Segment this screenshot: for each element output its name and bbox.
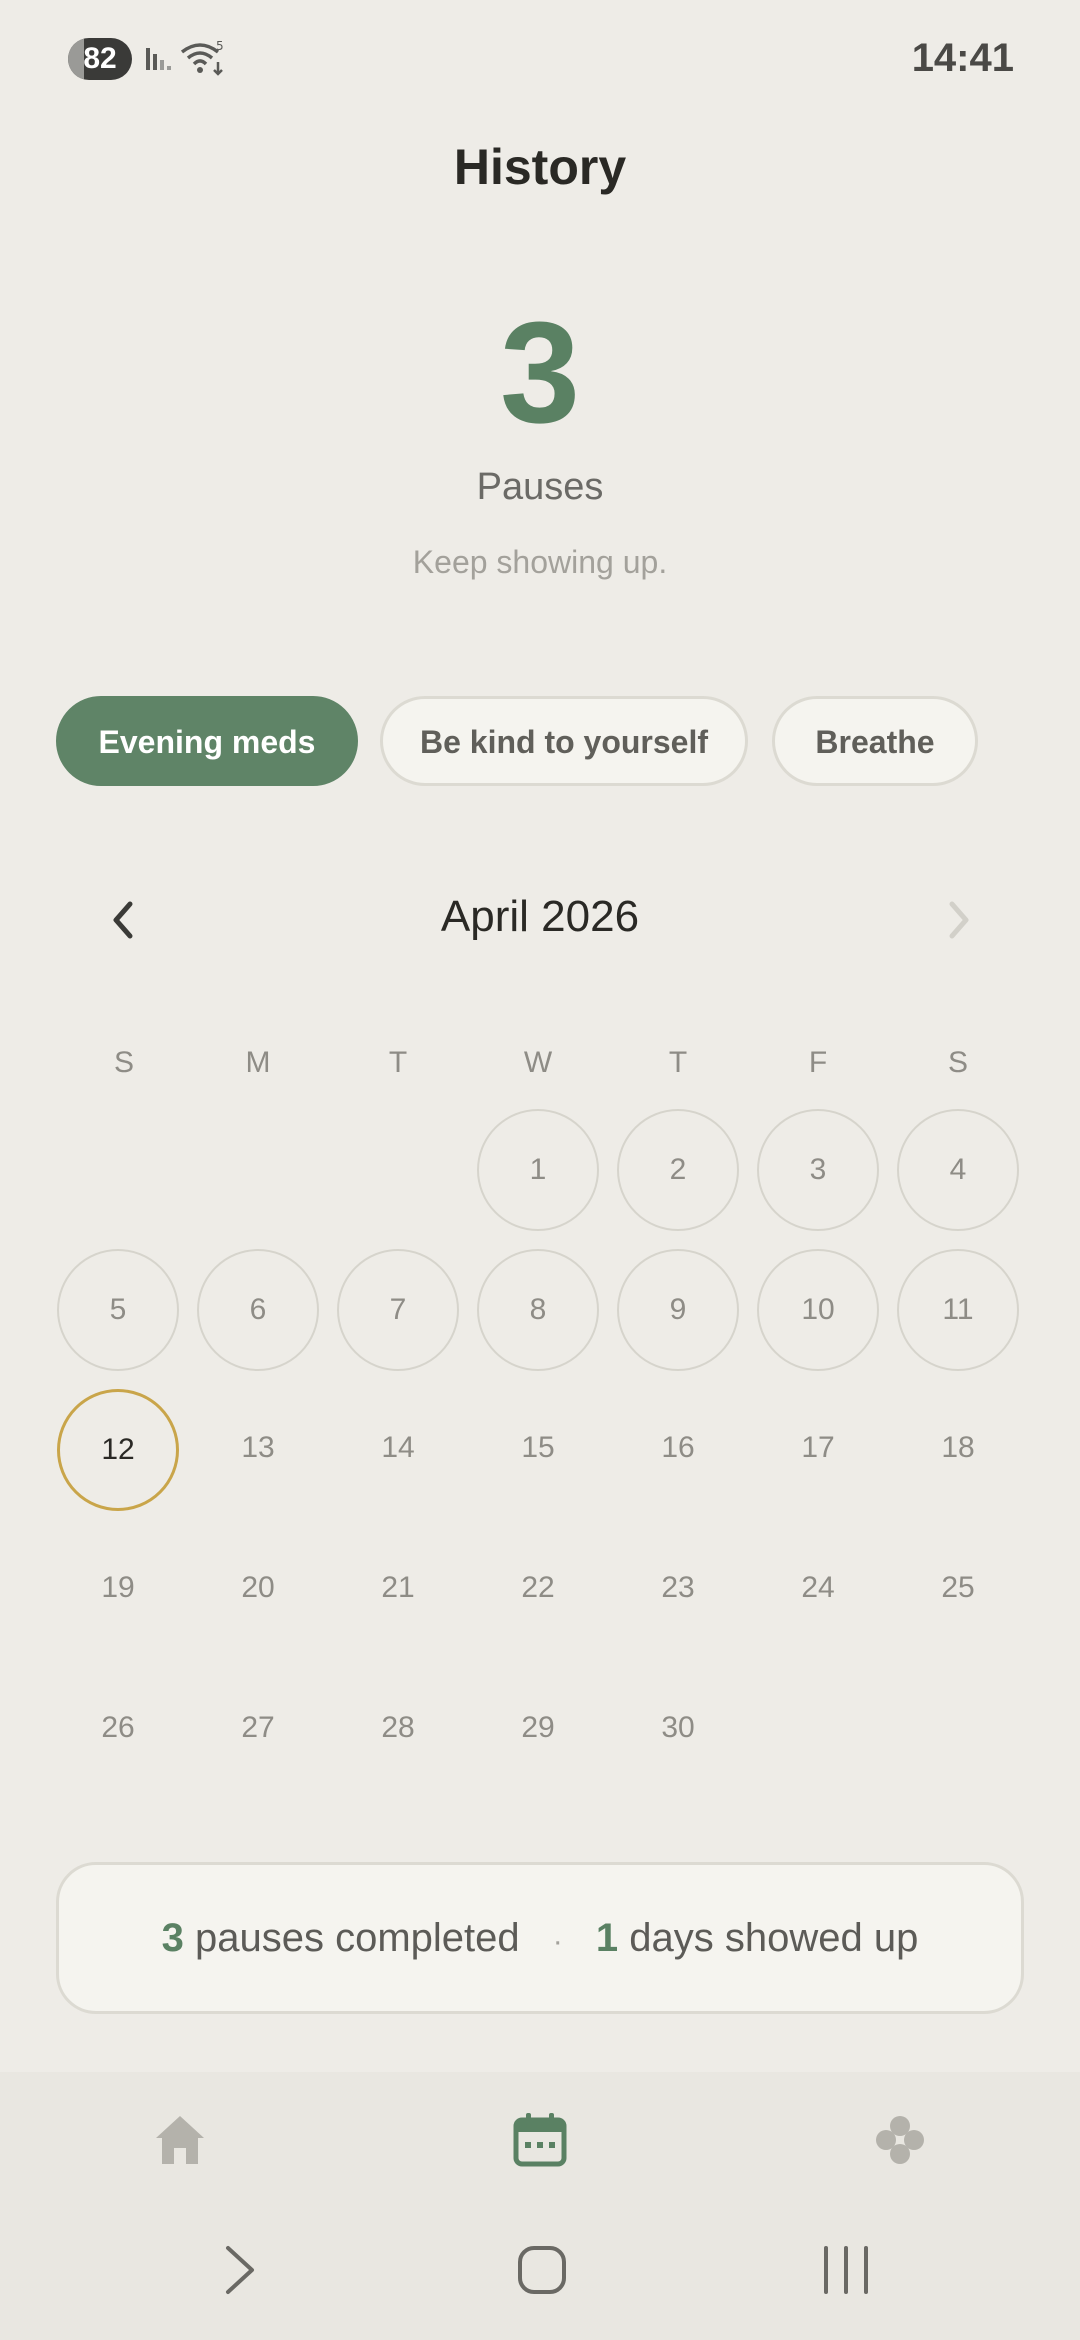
- calendar-day[interactable]: 23: [617, 1529, 739, 1651]
- calendar-day[interactable]: 10: [757, 1249, 879, 1371]
- calendar-day[interactable]: 1: [477, 1109, 599, 1231]
- calendar-day[interactable]: 20: [197, 1529, 319, 1651]
- weekday-label: T: [388, 1046, 408, 1079]
- status-bar: 82 5 14:41: [0, 0, 1080, 118]
- calendar-day[interactable]: 19: [57, 1529, 179, 1651]
- system-back-icon[interactable]: [210, 2240, 270, 2300]
- calendar-day[interactable]: 9: [617, 1249, 739, 1371]
- calendar-day[interactable]: 16: [617, 1389, 739, 1511]
- calendar-day[interactable]: 5: [57, 1249, 179, 1371]
- calendar-day[interactable]: 15: [477, 1389, 599, 1511]
- chip-breathe[interactable]: Breathe: [772, 696, 978, 786]
- pause-count-label: Pauses: [476, 466, 604, 508]
- chip-evening-meds[interactable]: Evening meds: [56, 696, 358, 786]
- weekday-header: SMTWTFS: [0, 1046, 1080, 1086]
- calendar-day[interactable]: 29: [477, 1669, 599, 1791]
- wifi-badge: 5: [216, 39, 224, 53]
- calendar-day[interactable]: 26: [57, 1669, 179, 1791]
- separator-dot: ·: [552, 1925, 563, 1958]
- calendar-day[interactable]: 13: [197, 1389, 319, 1511]
- pauses-completed-count: 3: [161, 1916, 184, 1960]
- days-showed-up-text: days showed up: [629, 1916, 919, 1960]
- month-title: April 2026: [440, 892, 640, 941]
- signal-icon: [146, 48, 171, 70]
- calendar-day[interactable]: 27: [197, 1669, 319, 1791]
- battery-indicator: 82: [68, 38, 132, 80]
- calendar-day[interactable]: 2: [617, 1109, 739, 1231]
- wifi-icon: 5: [180, 39, 224, 76]
- calendar-day[interactable]: 8: [477, 1249, 599, 1371]
- calendar-day[interactable]: 4: [897, 1109, 1019, 1231]
- page-title: History: [453, 139, 627, 195]
- bottom-nav: [0, 2072, 1080, 2340]
- pauses-completed-text: pauses completed: [195, 1916, 520, 1960]
- weekday-label: F: [808, 1046, 828, 1079]
- calendar-day[interactable]: 24: [757, 1529, 879, 1651]
- calendar-day[interactable]: 17: [757, 1389, 879, 1511]
- weekday-label: T: [668, 1046, 688, 1079]
- weekday-label: M: [245, 1046, 271, 1079]
- weekday-label: S: [947, 1046, 968, 1079]
- calendar-day[interactable]: 25: [897, 1529, 1019, 1651]
- calendar-day[interactable]: 21: [337, 1529, 459, 1651]
- calendar-day[interactable]: 6: [197, 1249, 319, 1371]
- chevron-right-icon[interactable]: [922, 890, 992, 950]
- system-home-icon[interactable]: [512, 2240, 572, 2300]
- encouragement-text: Keep showing up.: [412, 544, 668, 580]
- home-icon[interactable]: [150, 2110, 210, 2170]
- calendar-day[interactable]: 7: [337, 1249, 459, 1371]
- clock: 14:41: [911, 36, 1014, 80]
- flower-icon[interactable]: [870, 2110, 930, 2170]
- days-showed-up-count: 1: [595, 1916, 619, 1960]
- battery-percent: 82: [83, 42, 117, 75]
- calendar-day[interactable]: 14: [337, 1389, 459, 1511]
- calendar-day[interactable]: 11: [897, 1249, 1019, 1371]
- calendar-day[interactable]: 18: [897, 1389, 1019, 1511]
- calendar-day[interactable]: 30: [617, 1669, 739, 1791]
- pause-count: 3: [499, 292, 581, 453]
- system-recents-icon[interactable]: [816, 2240, 876, 2300]
- chip-be-kind-to-yourself[interactable]: Be kind to yourself: [380, 696, 748, 786]
- calendar-day[interactable]: 22: [477, 1529, 599, 1651]
- weekday-label: S: [113, 1046, 134, 1079]
- summary-card: 3 pauses completed · 1 days showed up: [56, 1862, 1024, 2014]
- calendar-day-today[interactable]: 12: [57, 1389, 179, 1511]
- calendar-icon[interactable]: [510, 2110, 570, 2170]
- weekday-label: W: [523, 1046, 553, 1079]
- calendar-day[interactable]: 28: [337, 1669, 459, 1791]
- calendar-day[interactable]: 3: [757, 1109, 879, 1231]
